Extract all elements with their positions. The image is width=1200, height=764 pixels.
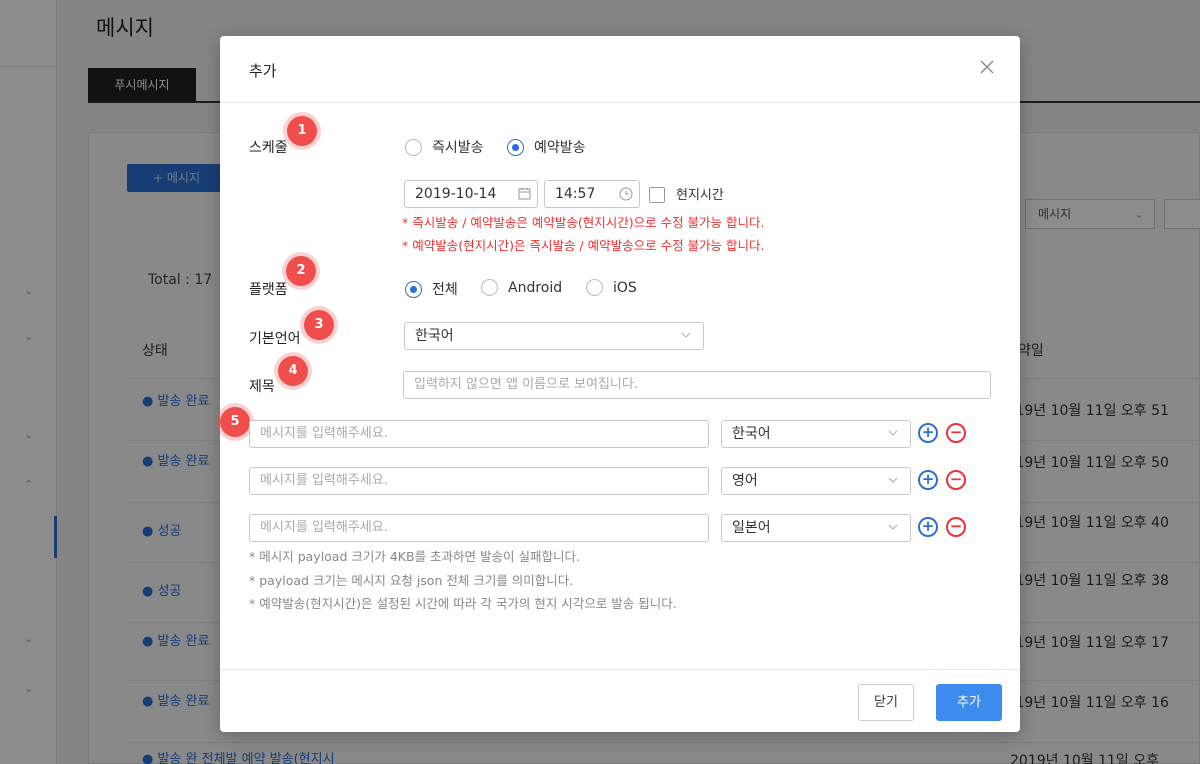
add-row-icon[interactable]: + — [918, 470, 938, 490]
radio-circle — [405, 138, 422, 156]
dialog-header: 추가 — [220, 36, 1020, 103]
radio-platform-android[interactable]: Android — [481, 279, 562, 296]
message-language-value: 한국어 — [732, 426, 771, 442]
payload-note: * 예약발송(현지시간)은 설정된 시간에 따라 각 국가의 현지 시각으로 발… — [249, 596, 677, 611]
date-input[interactable]: 2019-10-14 — [404, 180, 538, 208]
message-input-japanese[interactable]: 메시지를 입력해주세요. — [249, 514, 709, 542]
message-language-select[interactable]: 영어 — [721, 467, 911, 495]
step-badge-5: 5 — [220, 407, 250, 437]
default-language-label: 기본언어 — [249, 331, 301, 347]
radio-platform-ios[interactable]: iOS — [586, 279, 637, 296]
default-language-select[interactable]: 한국어 — [404, 322, 704, 350]
remove-row-icon[interactable]: − — [946, 423, 966, 443]
step-badge-4: 4 — [278, 356, 308, 386]
add-message-dialog: 추가 스케줄 1 즉시발송 예약발송 2019-10-14 14:57 현지시간… — [220, 36, 1020, 732]
default-language-value: 한국어 — [415, 328, 454, 344]
calendar-icon — [518, 181, 531, 210]
message-language-value: 영어 — [732, 473, 758, 489]
remove-row-icon[interactable]: − — [946, 470, 966, 490]
payload-note: * 메시지 payload 크기가 4KB를 초과하면 발송이 실패합니다. — [249, 549, 580, 564]
chevron-down-icon — [888, 430, 898, 436]
radio-platform-all[interactable]: 전체 — [405, 279, 458, 299]
radio-immediate[interactable]: 즉시발송 — [405, 137, 484, 157]
radio-circle — [481, 279, 498, 296]
radio-label: iOS — [613, 279, 637, 296]
local-time-label: 현지시간 — [676, 188, 724, 203]
add-button[interactable]: 추가 — [936, 684, 1002, 721]
schedule-warning: * 즉시발송 / 예약발송은 예약발송(현지시간)으로 수정 불가능 합니다. — [402, 215, 765, 230]
subject-label: 제목 — [249, 379, 275, 395]
schedule-warning: * 예약발송(현지시간)은 즉시발송 / 예약발송으로 수정 불가능 합니다. — [402, 238, 765, 253]
step-badge-1: 1 — [287, 116, 317, 146]
chevron-down-icon — [888, 477, 898, 483]
payload-note: * payload 크기는 메시지 요청 json 전체 크기를 의미합니다. — [249, 573, 574, 588]
time-input[interactable]: 14:57 — [544, 180, 640, 208]
schedule-label: 스케줄 — [249, 140, 288, 156]
radio-scheduled[interactable]: 예약발송 — [507, 137, 586, 157]
dialog-title: 추가 — [249, 62, 277, 80]
remove-row-icon[interactable]: − — [946, 517, 966, 537]
time-value: 14:57 — [555, 186, 596, 202]
message-language-value: 일본어 — [732, 520, 771, 536]
step-badge-3: 3 — [304, 310, 334, 340]
chevron-down-icon — [681, 332, 691, 338]
radio-circle-selected — [405, 280, 422, 298]
local-time-checkbox[interactable] — [649, 187, 665, 203]
message-language-select[interactable]: 한국어 — [721, 420, 911, 448]
close-icon[interactable] — [976, 56, 998, 78]
radio-label: 즉시발송 — [432, 140, 484, 156]
clock-icon — [619, 181, 633, 211]
chevron-down-icon — [888, 524, 898, 530]
add-row-icon[interactable]: + — [918, 423, 938, 443]
close-button[interactable]: 닫기 — [858, 684, 914, 721]
subject-input[interactable]: 입력하지 않으면 앱 이름으로 보여집니다. — [403, 371, 991, 399]
radio-label: Android — [508, 279, 563, 296]
add-row-icon[interactable]: + — [918, 517, 938, 537]
platform-label: 플랫폼 — [249, 282, 288, 298]
radio-circle-selected — [507, 138, 524, 156]
date-value: 2019-10-14 — [415, 186, 497, 202]
radio-circle — [586, 279, 603, 296]
step-badge-2: 2 — [286, 256, 316, 286]
radio-label: 예약발송 — [534, 140, 586, 156]
message-input-korean[interactable]: 메시지를 입력해주세요. — [249, 420, 709, 448]
radio-label: 전체 — [432, 282, 458, 298]
message-language-select[interactable]: 일본어 — [721, 514, 911, 542]
message-input-english[interactable]: 메시지를 입력해주세요. — [249, 467, 709, 495]
